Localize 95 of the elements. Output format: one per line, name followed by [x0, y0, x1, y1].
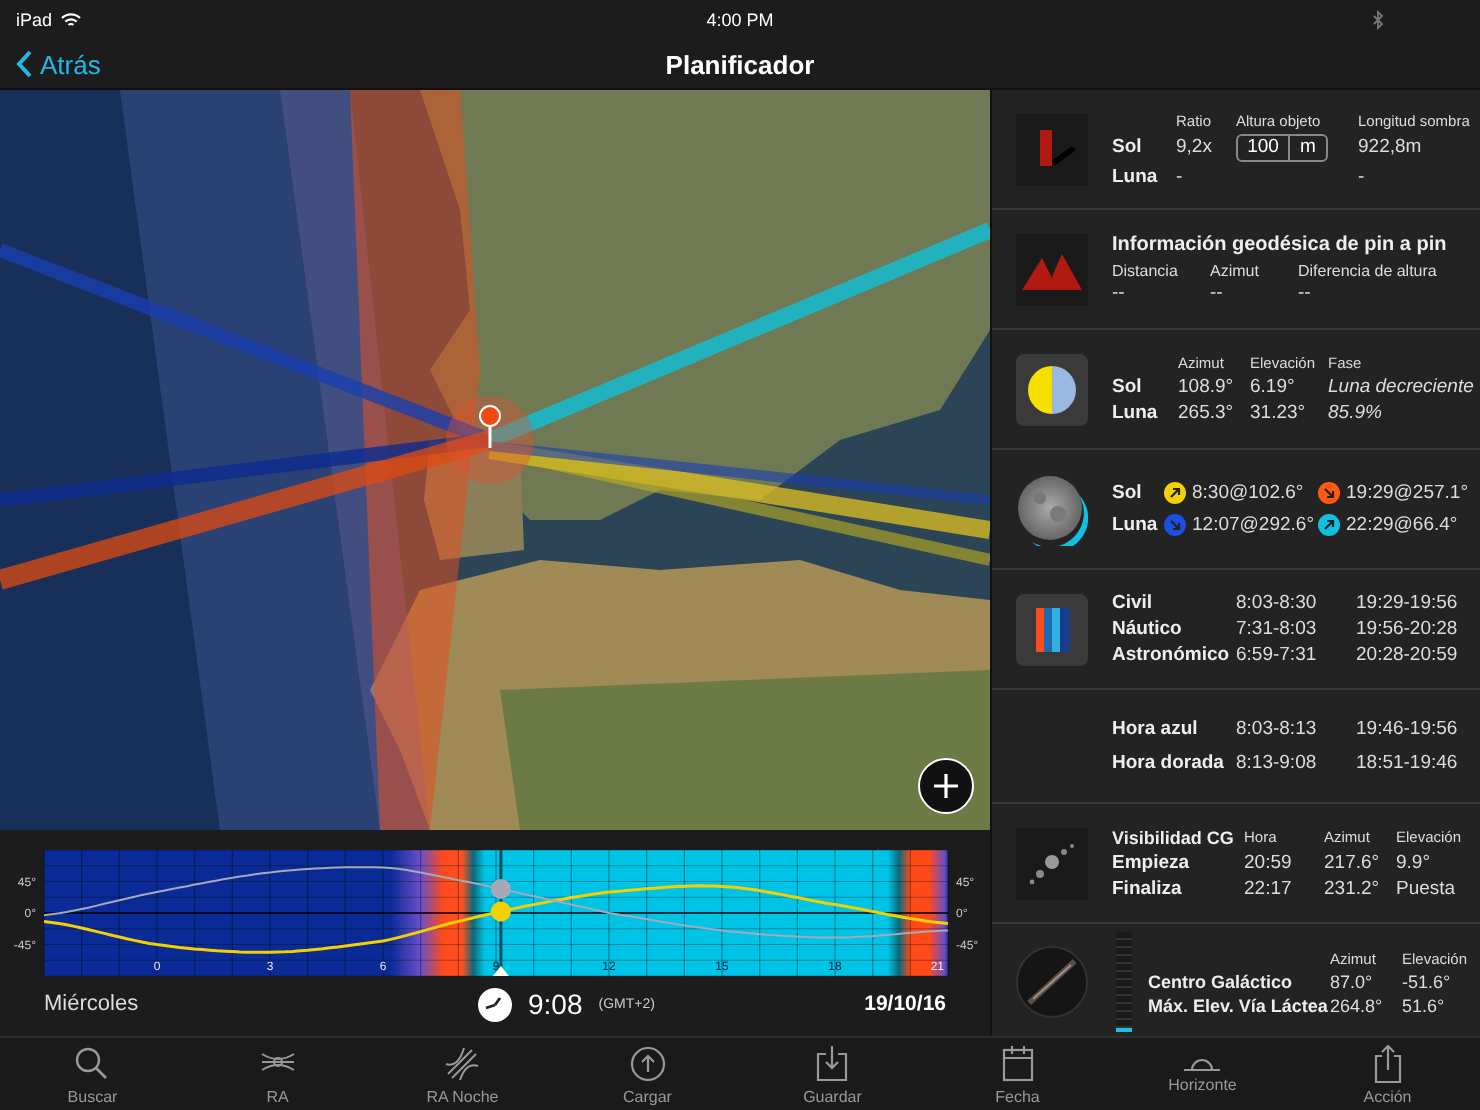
plus-icon: [934, 774, 958, 798]
device-label: iPad: [16, 10, 53, 30]
wifi-icon: [60, 12, 83, 28]
value-text: --: [1112, 282, 1125, 304]
moon-icon: [1016, 473, 1088, 545]
body-position-dot: [490, 878, 511, 899]
value-text: --: [1298, 282, 1311, 304]
row-label: Náutico: [1112, 618, 1182, 640]
tab-bar-item[interactable]: RA Noche: [370, 1038, 555, 1110]
value-text: 22:17: [1244, 877, 1292, 899]
download-icon: [812, 1043, 853, 1083]
row-label: Empieza: [1112, 851, 1190, 873]
dots-icon: [1016, 827, 1088, 899]
back-button[interactable]: Atrás: [16, 49, 101, 79]
value-text: 20:28-20:59: [1356, 644, 1458, 666]
row-label: Luna: [1112, 165, 1158, 187]
horizon-icon: [1182, 1055, 1223, 1071]
row-label: Luna: [1112, 514, 1158, 536]
value-text: 20:59: [1244, 851, 1292, 873]
column-header: Azimut: [1210, 262, 1259, 280]
calendar-icon: [997, 1043, 1038, 1083]
value-text: Puesta: [1396, 877, 1456, 899]
time-marker[interactable]: [492, 850, 509, 976]
value-text: 265.3°: [1178, 402, 1234, 424]
shadow-icon: [1016, 113, 1088, 185]
value-text: 6:59-7:31: [1236, 644, 1317, 666]
tab-bar-item[interactable]: Acción: [1295, 1038, 1480, 1110]
row-label: Hora dorada: [1112, 752, 1224, 774]
value-text: Luna decreciente: [1328, 376, 1474, 398]
tab-bar-item[interactable]: Horizonte: [1110, 1038, 1295, 1110]
value-text: 19:46-19:56: [1356, 718, 1458, 740]
clock-icon: [478, 987, 512, 1021]
wavy-lines-icon: [442, 1043, 483, 1083]
value-text: 18:51-19:46: [1356, 752, 1458, 774]
upload-icon: [627, 1043, 668, 1083]
row-label: Sol: [1112, 136, 1142, 158]
column-header: Diferencia de altura: [1298, 262, 1437, 280]
row-label: Hora azul: [1112, 718, 1198, 740]
value-text: -: [1176, 165, 1183, 187]
height-field[interactable]: 100 m: [1236, 133, 1328, 161]
weekday-label: Miércoles: [44, 992, 139, 1016]
map-pin-icon: [478, 404, 502, 448]
value-text: 8:13-9:08: [1236, 752, 1317, 774]
value-text: 85.9%: [1328, 402, 1382, 424]
value-text: 217.6°: [1324, 851, 1380, 873]
section-title: Información geodésica de pin a pin: [1112, 234, 1447, 256]
twilight-icon: [1016, 593, 1088, 665]
unit-label: m: [1298, 135, 1318, 159]
value-text: 31.23°: [1250, 402, 1306, 424]
value-text: 51.6°: [1402, 995, 1445, 1015]
row-label: Sol: [1112, 482, 1142, 504]
tab-bar-item[interactable]: Fecha: [925, 1038, 1110, 1110]
chevron-left-icon: [16, 50, 32, 78]
moon-phase-icon: [1016, 353, 1088, 425]
event-time: 12:07@292.6°: [1192, 514, 1314, 536]
tab-bar-item[interactable]: Buscar: [0, 1038, 185, 1110]
time-label: 9:08: [528, 988, 583, 1020]
body-position-dot: [490, 901, 511, 922]
date-label: 19/10/16: [864, 992, 946, 1016]
event-time: 19:29@257.1°: [1346, 482, 1468, 504]
mountain-icon: [1016, 233, 1088, 305]
bluetooth-icon: [1372, 10, 1384, 30]
value-text: 922,8m: [1358, 136, 1422, 158]
value-text: 108.9°: [1178, 376, 1234, 398]
value-text: 9,2x: [1176, 136, 1212, 158]
row-label: Centro Galáctico: [1148, 971, 1293, 991]
value-text: 19:29-19:56: [1356, 592, 1458, 614]
event-time: 22:29@66.4°: [1346, 514, 1458, 536]
galaxy-icon: [1016, 946, 1088, 1018]
column-header: Distancia: [1112, 262, 1178, 280]
value-text: 19:56-20:28: [1356, 618, 1458, 640]
value-text: 6.19°: [1250, 376, 1295, 398]
value-text: 87.0°: [1330, 971, 1373, 991]
value-text: -51.6°: [1402, 971, 1451, 991]
event-time: 8:30@102.6°: [1192, 482, 1304, 504]
row-label: Finaliza: [1112, 877, 1182, 899]
tab-bar-item[interactable]: Guardar: [740, 1038, 925, 1110]
value-text: -: [1358, 165, 1365, 187]
row-label: Máx. Elev. Vía Láctea: [1148, 995, 1328, 1015]
value-text: 9.9°: [1396, 851, 1431, 873]
tab-bar-item[interactable]: Cargar: [555, 1038, 740, 1110]
tab-bar-item[interactable]: RA: [185, 1038, 370, 1110]
value-text: 8:03-8:30: [1236, 592, 1317, 614]
row-label: Luna: [1112, 402, 1158, 424]
row-label: Civil: [1112, 592, 1153, 614]
value-text: 264.8°: [1330, 995, 1383, 1015]
row-label: Sol: [1112, 376, 1142, 398]
section-label: Visibilidad CG: [1112, 827, 1234, 847]
status-time: 4:00 PM: [704, 10, 776, 30]
value-text: 231.2°: [1324, 877, 1380, 899]
row-label: Astronómico: [1112, 644, 1230, 666]
value-text: --: [1210, 282, 1223, 304]
screen-title: Planificador: [663, 49, 817, 79]
value-text: 7:31-8:03: [1236, 618, 1317, 640]
value-text: 8:03-8:13: [1236, 718, 1317, 740]
